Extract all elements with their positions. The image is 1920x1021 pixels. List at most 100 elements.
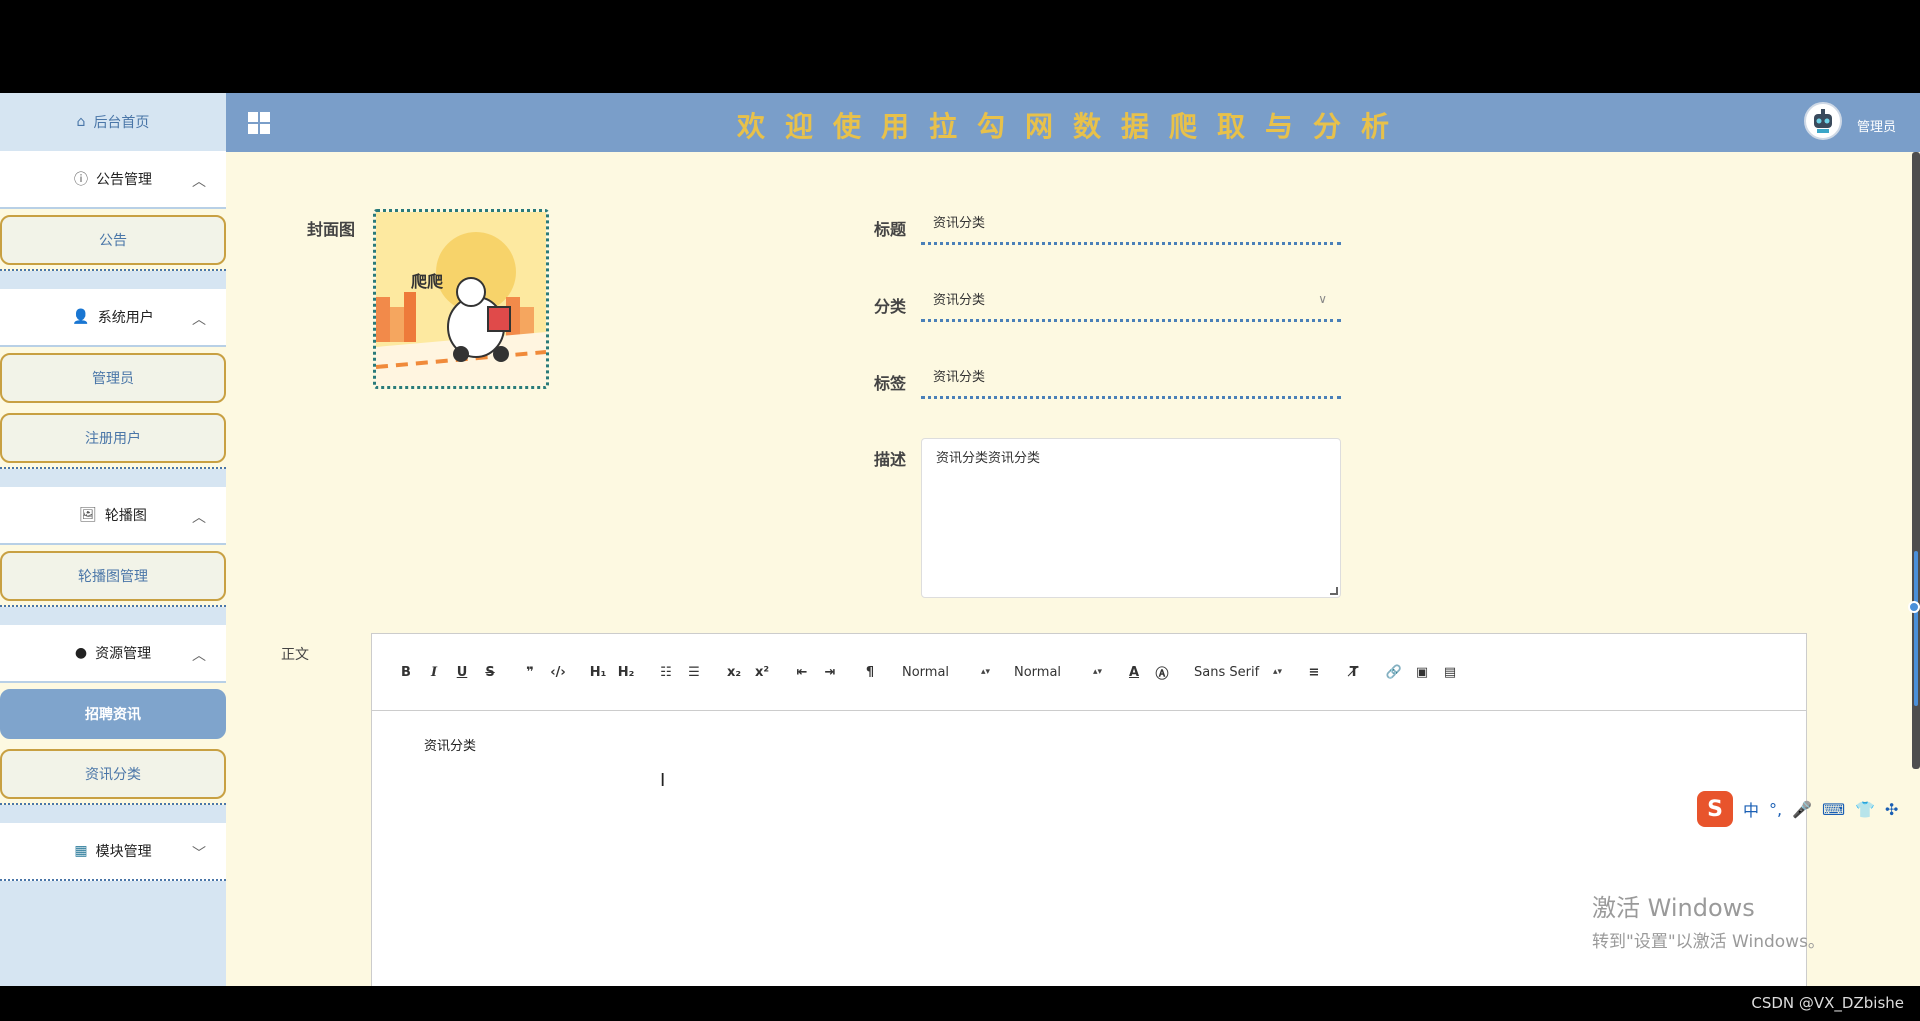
sidebar-home-label: 后台首页 (93, 115, 150, 131)
sidebar-group-label: 模块管理 (95, 844, 152, 860)
editor-content-text: 资讯分类 (424, 739, 477, 754)
image-icon[interactable]: ▣ (1408, 660, 1436, 684)
italic-icon[interactable]: I (420, 660, 448, 684)
home-icon: ⌂ (76, 114, 86, 130)
bold-icon[interactable]: B (392, 660, 420, 684)
editor-toolbar: B I U S ❞ ‹/› H₁ H₂ ☷ ☰ x₂ x² ⇤ ⇥ ¶ Norm… (372, 634, 1806, 711)
subscript-icon[interactable]: x₂ (720, 660, 748, 684)
size-select-value: Normal (1014, 664, 1062, 680)
blockquote-icon[interactable]: ❞ (516, 660, 544, 684)
category-select[interactable]: 资讯分类 ∨ (921, 278, 1341, 322)
sidebar-item-admin[interactable]: 管理员 (0, 353, 226, 403)
description-value: 资讯分类资讯分类 (936, 451, 1041, 466)
sidebar-group-label: 轮播图 (104, 508, 147, 524)
sidebar-group-modules[interactable]: ▦ 模块管理 ﹀ (0, 823, 226, 881)
text-direction-icon[interactable]: ¶ (856, 660, 884, 684)
sidebar-submenu-users: 管理员 注册用户 (0, 347, 226, 469)
background-color-icon[interactable]: Ⓐ (1148, 660, 1176, 684)
header-select[interactable]: Normal ▴▾ (896, 660, 996, 684)
sidebar-item-label: 招聘资讯 (85, 707, 141, 723)
sidebar-group-notice[interactable]: ⓘ 公告管理 ︿ (0, 151, 226, 209)
outdent-icon[interactable]: ⇤ (788, 660, 816, 684)
sidebar-group-label: 系统用户 (97, 310, 154, 326)
chevron-up-icon: ︿ (192, 648, 206, 664)
tag-label: 标签 (874, 374, 907, 393)
link-icon[interactable]: 🔗 (1380, 660, 1408, 684)
ordered-list-icon[interactable]: ☷ (652, 660, 680, 684)
ime-toolbar[interactable]: S 中 °, 🎤 ⌨ 👕 ✣ (1697, 791, 1898, 827)
apps-icon[interactable]: ✣ (1885, 800, 1898, 819)
heading2-icon[interactable]: H₂ (612, 660, 640, 684)
windows-activation-watermark: 激活 Windows 转到"设置"以激活 Windows。 (1592, 888, 1825, 952)
cover-image: 爬爬 (376, 212, 546, 386)
description-label: 描述 (874, 450, 907, 469)
sidebar-item-job-news[interactable]: 招聘资讯 (0, 689, 226, 739)
skin-icon[interactable]: 👕 (1855, 800, 1875, 819)
sidebar-group-carousel[interactable]: 🖼 轮播图 ︿ (0, 487, 226, 545)
avatar[interactable] (1804, 102, 1842, 140)
watermark-line2: 转到"设置"以激活 Windows。 (1592, 932, 1825, 952)
select-arrows-icon: ▴▾ (1272, 667, 1282, 677)
site-title: 欢迎使用拉勾网数据爬取与分析 (736, 110, 1409, 143)
category-label: 分类 (874, 297, 907, 316)
sidebar-item-carousel-manage[interactable]: 轮播图管理 (0, 551, 226, 601)
superscript-icon[interactable]: x² (748, 660, 776, 684)
user-icon: 👤 (72, 309, 90, 325)
strikethrough-icon[interactable]: S (476, 660, 504, 684)
scrollbar-handle[interactable] (1908, 601, 1920, 613)
sidebar-item-label: 轮播图管理 (78, 569, 148, 585)
sidebar-submenu-carousel: 轮播图管理 (0, 545, 226, 607)
text-cursor-icon: I (660, 770, 666, 791)
sidebar-item-label: 注册用户 (85, 431, 141, 447)
user-name[interactable]: 管理员 (1857, 116, 1896, 135)
sidebar-group-users[interactable]: 👤 系统用户 ︿ (0, 289, 226, 347)
chevron-down-icon: ﹀ (192, 846, 206, 862)
sidebar-item-news-category[interactable]: 资讯分类 (0, 749, 226, 799)
lightbulb-icon: ● (74, 645, 88, 661)
category-value: 资讯分类 (933, 293, 986, 308)
bullet-list-icon[interactable]: ☰ (680, 660, 708, 684)
sidebar-item-label: 资讯分类 (85, 767, 141, 783)
image-icon: 🖼 (79, 507, 97, 523)
sidebar-home[interactable]: ⌂ 后台首页 (0, 93, 226, 151)
watermark-line1: 激活 Windows (1592, 894, 1755, 922)
sogou-logo-icon: S (1697, 791, 1733, 827)
punctuation-icon[interactable]: °, (1769, 800, 1782, 819)
resize-handle-icon[interactable] (1330, 587, 1338, 595)
sidebar-item-registered-users[interactable]: 注册用户 (0, 413, 226, 463)
sidebar-group-label: 公告管理 (96, 172, 152, 188)
csdn-credit: CSDN @VX_DZbishe (1751, 994, 1904, 1012)
title-value: 资讯分类 (933, 216, 986, 231)
code-icon[interactable]: ‹/› (544, 660, 572, 684)
sidebar-group-resources[interactable]: ● 资源管理 ︿ (0, 625, 226, 683)
sidebar-item-notice[interactable]: 公告 (0, 215, 226, 265)
chevron-down-icon: ∨ (1318, 292, 1327, 306)
description-textarea[interactable]: 资讯分类资讯分类 (921, 438, 1341, 598)
sidebar: ⌂ 后台首页 ⓘ 公告管理 ︿ 公告 👤 系统用户 ︿ 管理员 注册用户 🖼 轮… (0, 93, 226, 986)
cover-image-upload[interactable]: 爬爬 (373, 209, 549, 389)
tag-field[interactable]: 资讯分类 (921, 355, 1341, 399)
title-field[interactable]: 资讯分类 (921, 201, 1341, 245)
clear-format-icon[interactable]: T̸ (1340, 660, 1368, 684)
select-arrows-icon: ▴▾ (1092, 667, 1102, 677)
size-select[interactable]: Normal ▴▾ (1008, 660, 1108, 684)
align-icon[interactable]: ≡ (1300, 660, 1328, 684)
indent-icon[interactable]: ⇥ (816, 660, 844, 684)
sidebar-group-label: 资源管理 (95, 646, 152, 662)
font-select[interactable]: Sans Serif ▴▾ (1188, 660, 1288, 684)
chevron-up-icon: ︿ (192, 312, 206, 328)
header-select-value: Normal (902, 664, 950, 680)
grid-icon: ▦ (74, 843, 88, 859)
keyboard-icon[interactable]: ⌨ (1822, 800, 1845, 819)
font-color-icon[interactable]: A (1120, 660, 1148, 684)
underline-icon[interactable]: U (448, 660, 476, 684)
heading1-icon[interactable]: H₁ (584, 660, 612, 684)
info-icon: ⓘ (74, 172, 88, 188)
sidebar-submenu-resources: 招聘资讯 资讯分类 (0, 683, 226, 805)
microphone-icon[interactable]: 🎤 (1792, 800, 1812, 819)
ime-mode[interactable]: 中 (1743, 797, 1759, 821)
top-header: 欢迎使用拉勾网数据爬取与分析 管理员 (226, 93, 1920, 152)
bottom-bar: CSDN @VX_DZbishe (0, 986, 1920, 1021)
video-icon[interactable]: ▤ (1436, 660, 1464, 684)
editor-content[interactable]: 资讯分类 (372, 711, 1806, 778)
